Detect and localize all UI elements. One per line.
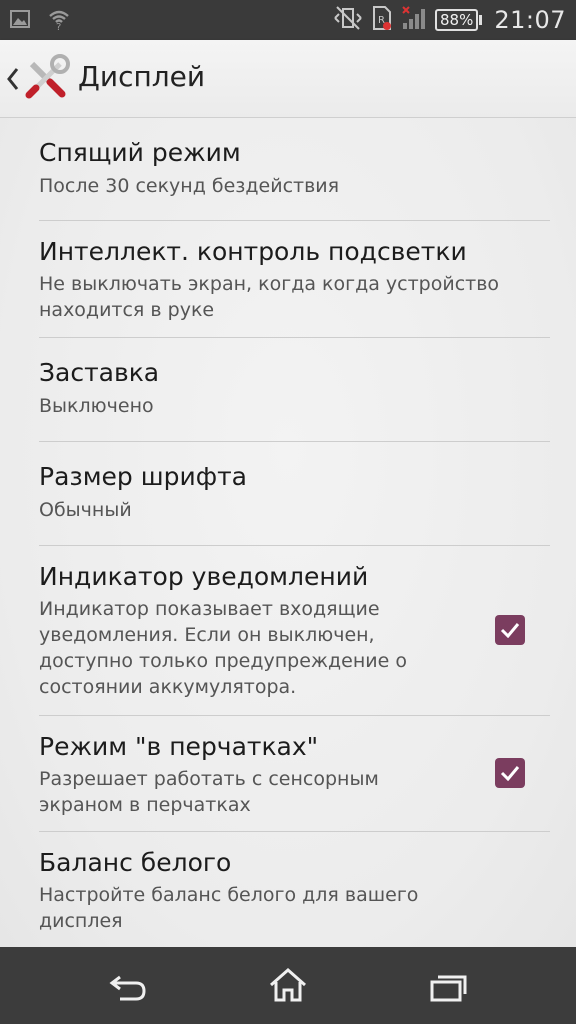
page-title: Дисплей <box>78 60 206 93</box>
setting-title: Режим "в перчатках" <box>39 732 319 761</box>
navigation-bar <box>0 947 576 1024</box>
setting-subtitle: Разрешает работать с сенсорным экраном в… <box>39 768 379 816</box>
setting-title: Баланс белого <box>39 848 232 877</box>
signal-icon <box>401 5 427 35</box>
setting-subtitle: После 30 секунд бездействия <box>39 175 340 197</box>
check-icon <box>500 766 520 781</box>
setting-notification-light[interactable]: Индикатор уведомлений Индикатор показыва… <box>39 546 550 716</box>
setting-title: Интеллект. контроль подсветки <box>39 237 467 266</box>
home-icon[interactable] <box>268 967 308 1007</box>
recent-apps-icon[interactable] <box>428 973 468 1007</box>
setting-subtitle: Не выключать экран, когда когда устройст… <box>39 273 500 321</box>
settings-list: Спящий режим После 30 секунд бездействия… <box>0 118 576 947</box>
clock: 21:07 <box>494 6 566 34</box>
sim-icon: R <box>371 5 393 35</box>
setting-white-balance[interactable]: Баланс белого Настройте баланс белого дл… <box>39 832 550 947</box>
svg-text:?: ? <box>56 22 61 30</box>
up-chevron-icon[interactable] <box>6 66 20 96</box>
setting-smart-backlight[interactable]: Интеллект. контроль подсветки Не выключа… <box>39 221 550 338</box>
setting-font-size[interactable]: Размер шрифта Обычный <box>39 442 550 546</box>
action-bar: Дисплей <box>0 40 576 118</box>
setting-glove-mode[interactable]: Режим "в перчатках" Разрешает работать с… <box>39 716 550 832</box>
setting-sleep[interactable]: Спящий режим После 30 секунд бездействия <box>39 118 550 221</box>
setting-daydream[interactable]: Заставка Выключено <box>39 338 550 442</box>
setting-subtitle: Индикатор показывает входящие уведомлени… <box>39 598 407 698</box>
glove-mode-checkbox[interactable] <box>495 758 525 788</box>
vibrate-off-icon <box>333 5 363 35</box>
setting-title: Размер шрифта <box>39 462 247 491</box>
image-icon <box>10 10 30 32</box>
battery-percent: 88% <box>434 9 479 31</box>
battery-icon: 88% <box>434 9 483 31</box>
setting-subtitle: Обычный <box>39 499 132 521</box>
notification-light-checkbox[interactable] <box>495 615 525 645</box>
setting-title: Индикатор уведомлений <box>39 562 369 591</box>
setting-subtitle: Настройте баланс белого для вашего диспл… <box>39 884 419 932</box>
back-icon[interactable] <box>108 973 148 1007</box>
status-bar: ? R 88% 21:07 <box>0 0 576 40</box>
tools-icon[interactable] <box>22 54 70 106</box>
wifi-icon: ? <box>48 8 70 34</box>
setting-title: Спящий режим <box>39 138 241 167</box>
setting-title: Заставка <box>39 358 160 387</box>
setting-subtitle: Выключено <box>39 395 154 417</box>
check-icon <box>500 623 520 638</box>
